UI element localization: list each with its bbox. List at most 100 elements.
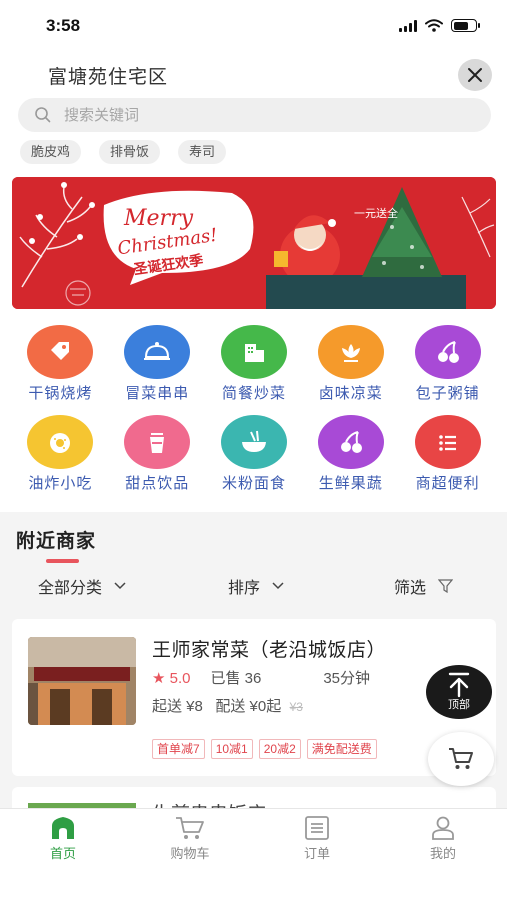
tab-orders[interactable]: 订单 — [272, 815, 362, 862]
category-label: 商超便利 — [415, 475, 480, 492]
battery-icon — [451, 19, 480, 32]
cart-icon — [176, 817, 204, 839]
floating-cart-button[interactable] — [428, 732, 494, 786]
arrow-up-icon — [448, 672, 470, 698]
category-label: 米粉面食 — [221, 475, 286, 492]
cart-icon — [449, 748, 473, 769]
promo-tag: 20减2 — [258, 739, 301, 759]
tab-profile[interactable]: 我的 — [398, 815, 488, 862]
location-title[interactable]: 富塘苑住宅区 — [48, 62, 168, 89]
category-label: 干锅烧烤 — [28, 385, 93, 402]
lotus-icon — [341, 344, 360, 362]
hot-tags: 脆皮鸡 排骨饭 寿司 — [20, 140, 227, 164]
category-item[interactable]: 干锅烧烤 — [12, 325, 109, 403]
promo-tag: 满免配送费 — [306, 739, 377, 759]
christmas-banner-art: Merry Christmas! 圣诞狂欢季 一元送全 — [12, 177, 496, 309]
filter-button[interactable]: 筛选 — [394, 574, 454, 598]
building-icon — [244, 344, 264, 362]
search-icon — [35, 107, 51, 123]
category-label: 卤味凉菜 — [318, 385, 383, 402]
category-filter[interactable]: 全部分类 — [38, 574, 126, 598]
banner-side-text: 一元送全 — [354, 206, 398, 220]
shop-original-delivery: ¥3 — [289, 700, 303, 714]
category-icon-circle — [124, 325, 191, 379]
hot-tag[interactable]: 寿司 — [178, 140, 227, 164]
tab-bar: 首页 购物车 订单 我的 — [0, 808, 507, 900]
shop-sold: 已售 36 — [210, 670, 262, 687]
cherry-icon — [340, 431, 362, 453]
shop-rating: ★ 5.0 — [152, 669, 191, 687]
category-label: 简餐炒菜 — [221, 385, 286, 402]
promo-banner[interactable]: Merry Christmas! 圣诞狂欢季 一元送全 — [12, 177, 496, 309]
search-bar[interactable] — [18, 98, 491, 132]
sort-filter[interactable]: 排序 — [228, 574, 284, 598]
signal-icon — [399, 19, 417, 32]
category-label: 油炸小吃 — [28, 475, 93, 492]
home-icon — [52, 817, 74, 839]
shop-image — [28, 637, 136, 725]
tab-cart-label: 购物车 — [170, 846, 210, 861]
category-item[interactable]: 米粉面食 — [206, 415, 303, 493]
status-time: 3:58 — [46, 16, 81, 35]
category-icon-circle — [27, 325, 94, 379]
category-label: 生鲜果蔬 — [318, 475, 383, 492]
category-icon-circle — [317, 325, 384, 379]
category-item[interactable]: 卤味凉菜 — [302, 325, 399, 403]
noodle-bowl-icon — [241, 430, 266, 452]
donut-icon — [50, 433, 71, 453]
shop-time: 35分钟 — [323, 670, 371, 687]
filter-label: 筛选 — [394, 580, 427, 597]
funnel-icon — [438, 579, 454, 593]
promo-tag: 首单减7 — [152, 739, 205, 759]
category-label: 冒菜串串 — [125, 385, 190, 402]
tab-home-label: 首页 — [49, 846, 76, 861]
search-input[interactable] — [64, 106, 444, 124]
cup-icon — [150, 433, 165, 453]
banner-merry: Merry — [123, 206, 194, 231]
category-icon-circle — [220, 325, 287, 379]
order-list-icon — [305, 816, 329, 840]
category-icon-circle — [124, 415, 191, 469]
promo-tags: 首单减7 10减1 20减2 满免配送费 — [152, 739, 377, 759]
category-item[interactable]: 油炸小吃 — [12, 415, 109, 493]
shop-delivery-info: 起送 ¥8 配送 ¥0起 ¥3 — [152, 695, 303, 716]
cherry-icon — [437, 341, 459, 363]
category-icon-circle — [317, 415, 384, 469]
category-item[interactable]: 生鲜果蔬 — [302, 415, 399, 493]
category-icon-circle — [27, 415, 94, 469]
promo-tag: 10减1 — [210, 739, 253, 759]
shop-name: 王师家常菜（老沿城饭店） — [152, 640, 387, 661]
shop-stats: ★ 5.0 已售 36 35分钟 — [152, 667, 370, 688]
category-label: 包子粥铺 — [415, 385, 480, 402]
category-item[interactable]: 甜点饮品 — [109, 415, 206, 493]
chevron-down-icon — [272, 582, 284, 590]
category-item[interactable]: 包子粥铺 — [399, 325, 496, 403]
chevron-down-icon — [114, 582, 126, 590]
tab-home[interactable]: 首页 — [18, 815, 108, 862]
tag-icon — [51, 342, 70, 360]
category-icon-circle — [414, 325, 481, 379]
tab-cart[interactable]: 购物车 — [145, 815, 235, 862]
hot-tag[interactable]: 脆皮鸡 — [20, 140, 82, 164]
tab-orders-label: 订单 — [303, 846, 330, 861]
wifi-icon — [425, 19, 443, 32]
category-item[interactable]: 商超便利 — [399, 415, 496, 493]
category-item[interactable]: 冒菜串串 — [109, 325, 206, 403]
close-button[interactable] — [458, 59, 492, 91]
filter-bar: 全部分类 排序 筛选 — [0, 574, 507, 600]
hot-tag[interactable]: 排骨饭 — [99, 140, 161, 164]
category-grid: 干锅烧烤 冒菜串串 简餐炒菜 卤味凉菜 包子粥铺油炸小吃 甜点饮品 米粉面食 生鲜果蔬 商超便利 — [12, 325, 496, 493]
back-to-top-button[interactable]: 顶部 — [426, 665, 492, 719]
shop-card[interactable]: 王师家常菜（老沿城饭店） ★ 5.0 已售 36 35分钟 起送 ¥8 配送 ¥… — [12, 619, 496, 776]
close-icon — [468, 68, 482, 82]
status-bar: 3:58 — [0, 0, 507, 52]
category-item[interactable]: 简餐炒菜 — [206, 325, 303, 403]
shop-min-order: 起送 ¥8 — [152, 698, 203, 715]
sort-filter-label: 排序 — [228, 580, 261, 597]
category-label: 甜点饮品 — [125, 475, 190, 492]
dish-cover-icon — [144, 342, 171, 360]
user-icon — [432, 816, 454, 840]
category-icon-circle — [220, 415, 287, 469]
category-filter-label: 全部分类 — [38, 580, 103, 597]
category-icon-circle — [414, 415, 481, 469]
